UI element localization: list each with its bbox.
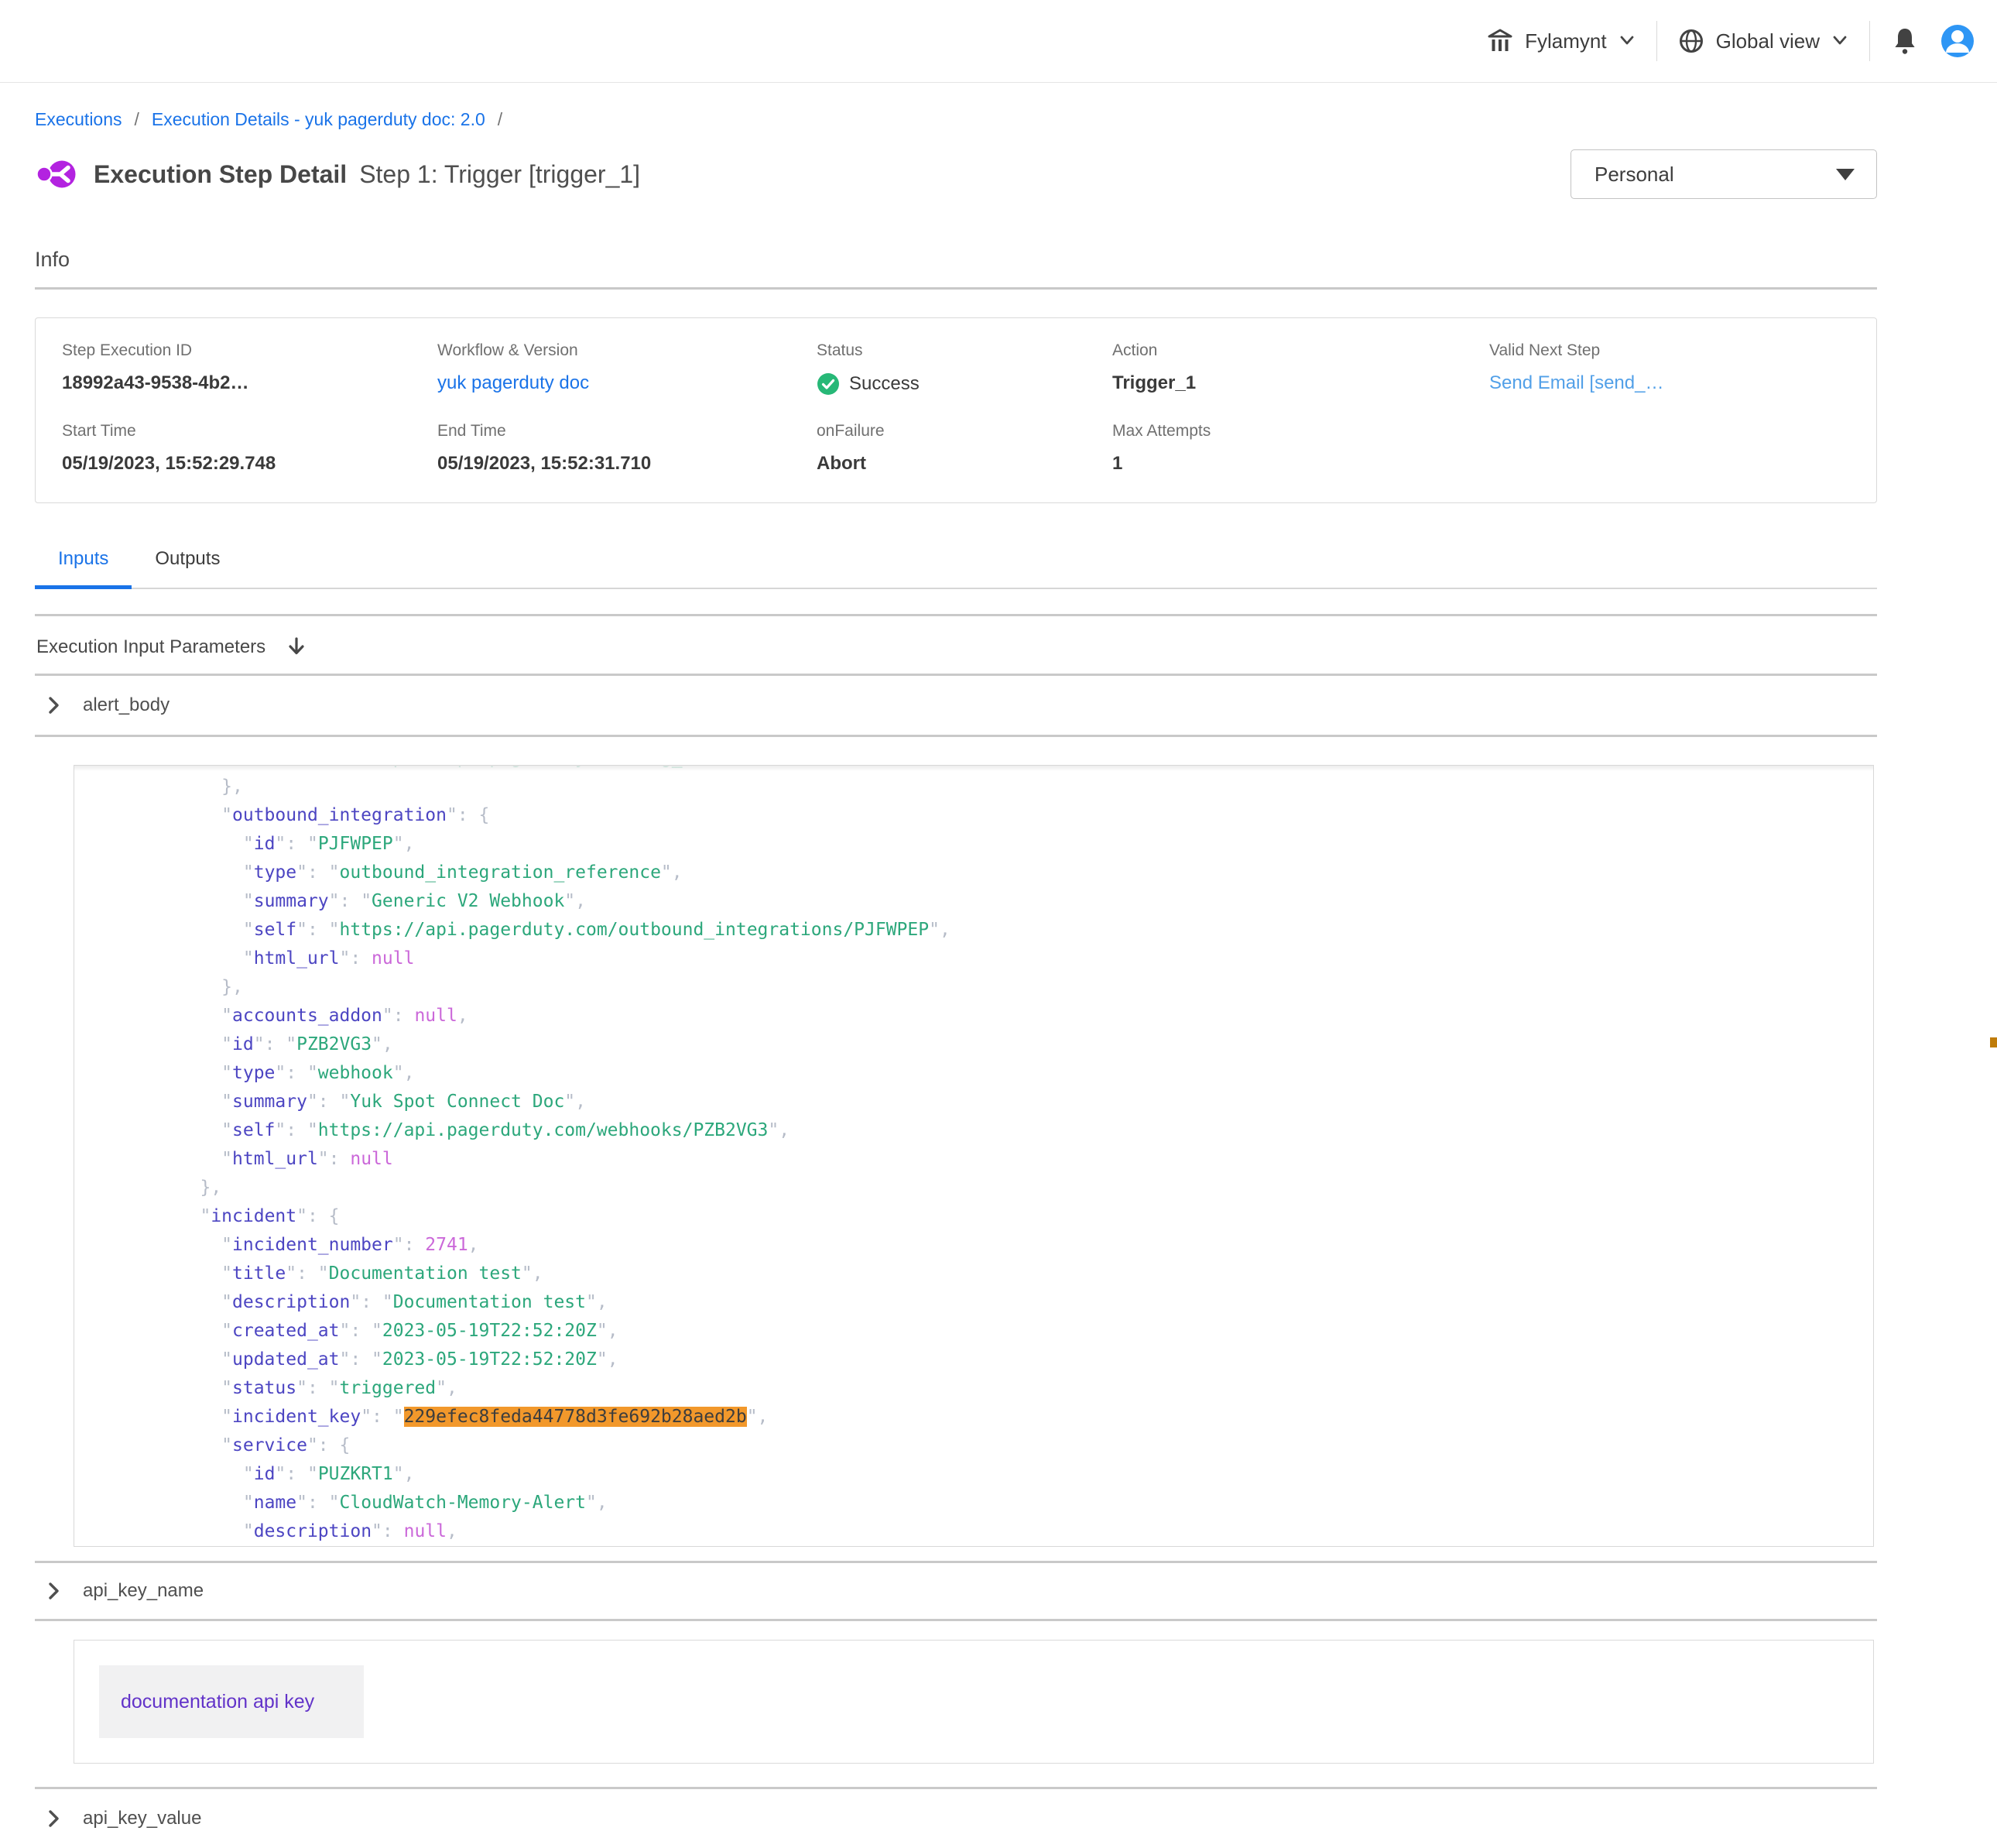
chevron-down-icon bbox=[1831, 34, 1849, 48]
api-key-name-expander[interactable]: api_key_name bbox=[35, 1563, 1877, 1619]
field-label: End Time bbox=[437, 422, 817, 441]
alert-body-expander[interactable]: alert_body bbox=[35, 676, 1877, 735]
alert-body-label: alert_body bbox=[83, 694, 170, 716]
topbar: Fylamynt Global view bbox=[0, 0, 1997, 83]
field-max-attempts: Max Attempts 1 bbox=[1112, 422, 1489, 475]
status-badge: Success bbox=[817, 372, 1112, 396]
field-value: 05/19/2023, 15:52:29.748 bbox=[62, 453, 437, 475]
field-workflow-version: Workflow & Version yuk pagerduty doc bbox=[437, 341, 817, 396]
account-icon bbox=[1940, 23, 1975, 59]
org-label: Fylamynt bbox=[1525, 29, 1606, 53]
field-label: Action bbox=[1112, 341, 1489, 360]
user-avatar[interactable] bbox=[1940, 23, 1975, 59]
info-card: Step Execution ID 18992a43-9538-4b2… Wor… bbox=[35, 317, 1877, 503]
field-label: Valid Next Step bbox=[1489, 341, 1876, 360]
bank-icon bbox=[1486, 27, 1514, 55]
execution-input-parameters-header: Execution Input Parameters bbox=[35, 636, 1877, 658]
field-label: Workflow & Version bbox=[437, 341, 817, 360]
section-divider bbox=[35, 1619, 1877, 1621]
chevron-down-icon bbox=[1618, 34, 1636, 48]
scope-select-value: Personal bbox=[1595, 163, 1674, 187]
field-step-execution-id: Step Execution ID 18992a43-9538-4b2… bbox=[62, 341, 437, 396]
field-onfailure: onFailure Abort bbox=[817, 422, 1112, 475]
page-subtitle: Step 1: Trigger [trigger_1] bbox=[359, 160, 640, 189]
field-label: Step Execution ID bbox=[62, 341, 437, 360]
api-key-name-label: api_key_name bbox=[83, 1580, 204, 1602]
view-label: Global view bbox=[1716, 29, 1820, 53]
bell-icon bbox=[1890, 26, 1920, 57]
chevron-right-icon bbox=[46, 695, 63, 715]
org-switcher[interactable]: Fylamynt bbox=[1486, 27, 1636, 55]
field-label: Status bbox=[817, 341, 1112, 360]
tab-bar: Inputs Outputs bbox=[35, 537, 1877, 589]
field-action: Action Trigger_1 bbox=[1112, 341, 1489, 396]
scrollbar-match-marker bbox=[1990, 1037, 1997, 1047]
globe-icon bbox=[1677, 27, 1705, 55]
next-step-link[interactable]: Send Email [send_… bbox=[1489, 372, 1876, 394]
chevron-right-icon bbox=[46, 1581, 63, 1601]
download-icon[interactable] bbox=[286, 636, 307, 658]
breadcrumb-separator: / bbox=[135, 109, 139, 130]
api-key-name-chip: documentation api key bbox=[99, 1665, 364, 1738]
section-divider bbox=[35, 735, 1877, 737]
notifications-button[interactable] bbox=[1890, 26, 1920, 57]
api-key-value-expander[interactable]: api_key_value bbox=[35, 1789, 1877, 1848]
topbar-divider bbox=[1656, 21, 1657, 61]
field-start-time: Start Time 05/19/2023, 15:52:29.748 bbox=[62, 422, 437, 475]
field-end-time: End Time 05/19/2023, 15:52:31.710 bbox=[437, 422, 817, 475]
params-heading: Execution Input Parameters bbox=[36, 636, 265, 658]
page-title: Execution Step Detail bbox=[94, 160, 347, 189]
page-header: Execution Step Detail Step 1: Trigger [t… bbox=[35, 149, 1877, 200]
view-switcher[interactable]: Global view bbox=[1677, 27, 1849, 55]
breadcrumb-execution-details[interactable]: Execution Details - yuk pagerduty doc: 2… bbox=[152, 109, 485, 130]
status-text: Success bbox=[849, 373, 920, 395]
section-divider bbox=[35, 614, 1877, 616]
field-label: Start Time bbox=[62, 422, 437, 441]
topbar-divider bbox=[1869, 21, 1870, 61]
api-key-value-label: api_key_value bbox=[83, 1808, 201, 1829]
field-valid-next-step: Valid Next Step Send Email [send_… bbox=[1489, 341, 1876, 396]
field-status: Status Success bbox=[817, 341, 1112, 396]
scope-select[interactable]: Personal bbox=[1571, 149, 1877, 199]
tab-outputs[interactable]: Outputs bbox=[132, 537, 243, 589]
info-heading: Info bbox=[35, 248, 1877, 272]
success-check-icon bbox=[817, 372, 840, 396]
breadcrumb-executions[interactable]: Executions bbox=[35, 109, 122, 130]
page-content: Executions / Execution Details - yuk pag… bbox=[35, 109, 1877, 1848]
field-value: 18992a43-9538-4b2… bbox=[62, 372, 437, 394]
select-caret-icon bbox=[1836, 169, 1855, 180]
breadcrumb-separator: / bbox=[498, 109, 502, 130]
section-divider bbox=[35, 287, 1877, 290]
breadcrumb: Executions / Execution Details - yuk pag… bbox=[35, 109, 1877, 130]
field-value: Trigger_1 bbox=[1112, 372, 1489, 394]
field-empty bbox=[1489, 422, 1876, 475]
field-value: 05/19/2023, 15:52:31.710 bbox=[437, 453, 817, 475]
api-key-name-panel: documentation api key bbox=[74, 1640, 1874, 1764]
field-label: Max Attempts bbox=[1112, 422, 1489, 441]
tab-inputs[interactable]: Inputs bbox=[35, 537, 132, 589]
alert-body-code[interactable]: "self": "https://api.pagerduty.com/log_e… bbox=[74, 765, 1874, 1547]
field-value: 1 bbox=[1112, 453, 1489, 475]
field-label: onFailure bbox=[817, 422, 1112, 441]
chevron-right-icon bbox=[46, 1809, 63, 1829]
workflow-link[interactable]: yuk pagerduty doc bbox=[437, 372, 817, 394]
workflow-step-icon bbox=[35, 153, 80, 195]
field-value: Abort bbox=[817, 453, 1112, 475]
